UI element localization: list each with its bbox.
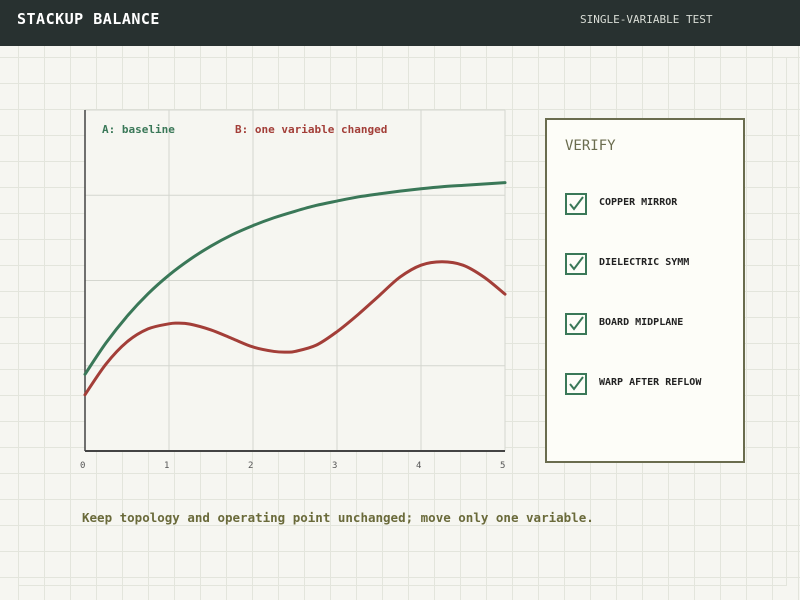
copper-mirror-checkbox[interactable] — [565, 193, 587, 215]
x-tick-label: 0 — [80, 461, 85, 471]
checkmark-icon — [569, 256, 584, 271]
warp-after-reflow-checkbox[interactable] — [565, 373, 587, 395]
x-tick-label: 2 — [248, 461, 253, 471]
board-midplane-checkbox[interactable] — [565, 313, 587, 335]
copper-mirror-label: COPPER MIRROR — [599, 197, 678, 208]
warp-after-reflow-label: WARP AFTER REFLOW — [599, 377, 702, 388]
x-tick-label: 4 — [416, 461, 421, 471]
verify-panel: VERIFY COPPER MIRROR DIELECTRIC SYMM BOA… — [545, 118, 745, 463]
x-tick-label: 5 — [500, 461, 505, 471]
checkmark-icon — [569, 196, 584, 211]
dielectric-symm-label: DIELECTRIC SYMM — [599, 257, 690, 268]
dielectric-symm-checkbox[interactable] — [565, 253, 587, 275]
x-tick-label: 3 — [332, 461, 337, 471]
legend-changed: B: one variable changed — [235, 123, 387, 136]
checkmark-icon — [569, 376, 584, 391]
x-tick-label: 1 — [164, 461, 169, 471]
board-midplane-label: BOARD MIDPLANE — [599, 317, 684, 328]
legend-baseline: A: baseline — [102, 123, 175, 136]
verify-title: VERIFY — [565, 138, 616, 154]
instruction-note: Keep topology and operating point unchan… — [82, 510, 594, 525]
checkmark-icon — [569, 316, 584, 331]
